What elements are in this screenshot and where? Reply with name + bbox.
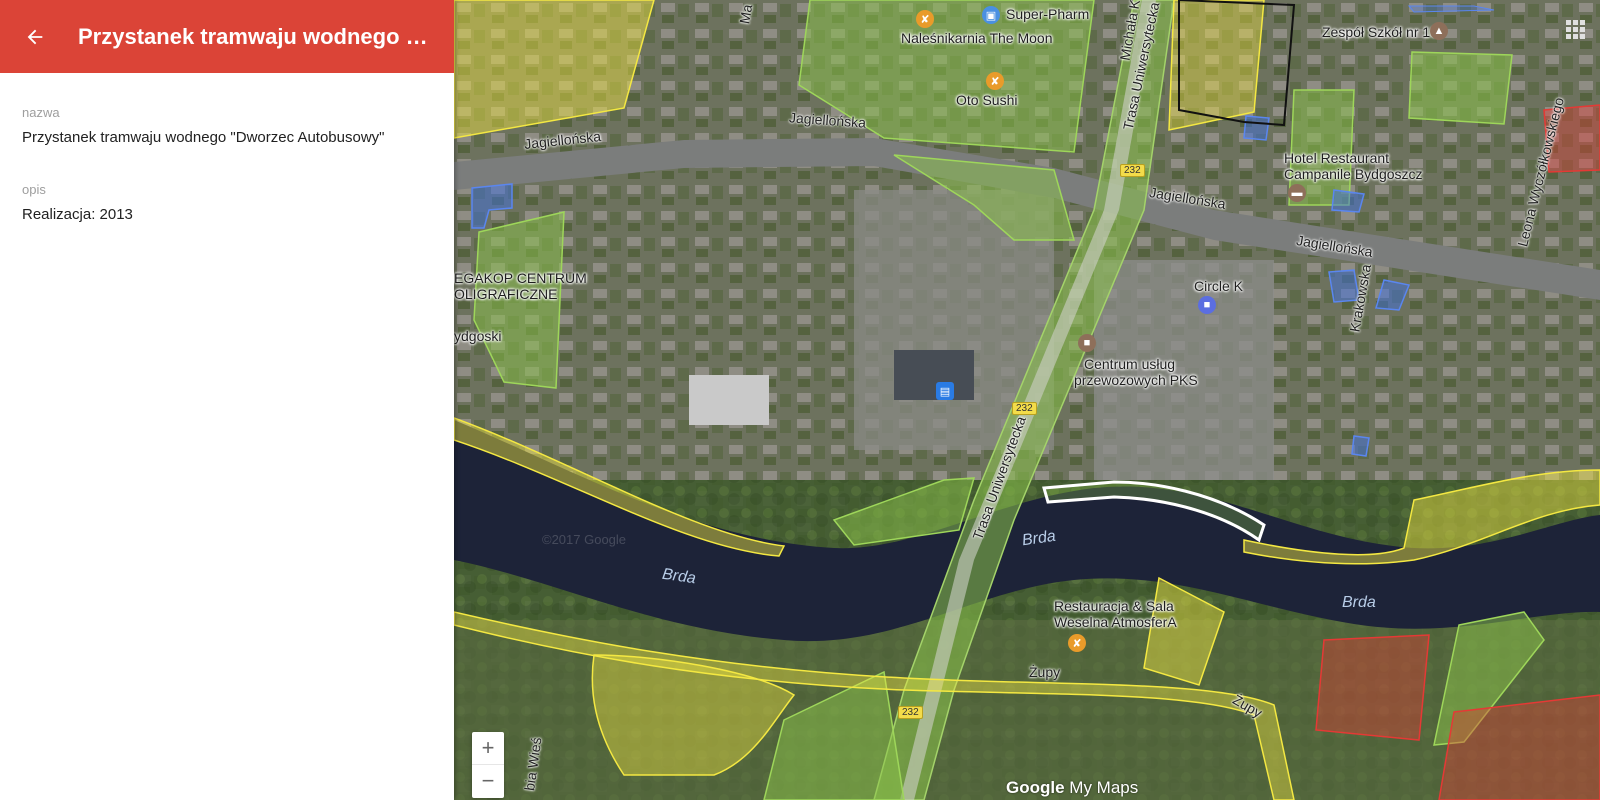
map-copyright: ©2017 Google <box>542 532 627 547</box>
restaurant-icon[interactable]: ✘ <box>1068 634 1086 652</box>
field-opis: opis Realizacja: 2013 <box>22 182 133 223</box>
feature-details-panel: Przystanek tramwaju wodnego "D... nazwa … <box>0 0 454 800</box>
place-label[interactable]: EGAKOP CENTRUM <box>454 270 587 286</box>
map-layer-red <box>1315 634 1430 741</box>
map-layer-blue <box>1331 189 1365 213</box>
map-layer-blue <box>1351 435 1370 457</box>
panel-title: Przystanek tramwaju wodnego "D... <box>78 23 428 49</box>
field-value: Realizacja: 2013 <box>22 206 133 223</box>
zoom-in-button[interactable]: + <box>472 732 504 765</box>
place-label[interactable]: Super-Pharm <box>1006 6 1089 22</box>
field-value: Przystanek tramwaju wodnego "Dworzec Aut… <box>22 129 385 146</box>
school-icon[interactable]: ▲ <box>1430 22 1448 40</box>
map-building <box>689 375 769 425</box>
route-shield: 232 <box>1120 164 1145 177</box>
place-label[interactable]: Restauracja & Sala <box>1054 598 1174 614</box>
grid-icon <box>1566 20 1585 39</box>
map-building <box>894 350 974 400</box>
route-shield: 232 <box>898 706 923 719</box>
place-label[interactable]: Weselna AtmosferA <box>1054 614 1177 630</box>
hotel-icon[interactable]: ▬ <box>1288 184 1306 202</box>
gas-station-icon[interactable]: ■ <box>1198 296 1216 314</box>
arrow-back-icon <box>27 29 43 44</box>
road-label: Ma <box>736 3 756 25</box>
map-view[interactable]: Super-Pharm Naleśnikarnia The Moon Oto S… <box>454 0 1600 800</box>
google-logo-text: Google <box>1006 778 1065 797</box>
place-label[interactable]: ydgoski <box>454 328 501 344</box>
place-label[interactable]: Oto Sushi <box>956 92 1017 108</box>
route-shield: 232 <box>1012 402 1037 415</box>
services-icon[interactable]: ■ <box>1078 334 1096 352</box>
panel-header: Przystanek tramwaju wodnego "D... <box>0 0 454 73</box>
field-label: opis <box>22 182 46 197</box>
field-nazwa: nazwa Przystanek tramwaju wodnego "Dworz… <box>22 105 384 146</box>
restaurant-icon[interactable]: ✘ <box>986 72 1004 90</box>
map-layer-blue <box>1243 115 1270 141</box>
road-label: Żupy <box>1029 664 1061 680</box>
place-label[interactable]: Campanile Bydgoszcz <box>1284 166 1423 182</box>
place-label[interactable]: Circle K <box>1194 278 1243 294</box>
zoom-out-button[interactable]: − <box>472 765 504 797</box>
restaurant-icon[interactable]: ✘ <box>916 10 934 28</box>
zoom-control: + − <box>472 732 504 798</box>
map-canvas[interactable] <box>454 0 1600 800</box>
place-label[interactable]: Zespół Szkół nr 10 <box>1322 24 1438 40</box>
place-label[interactable]: przewozowych PKS <box>1074 372 1198 388</box>
map-type-button[interactable] <box>1564 18 1586 40</box>
place-label[interactable]: Naleśnikarnia The Moon <box>901 30 1053 46</box>
place-label[interactable]: OLIGRAFICZNE <box>454 286 557 302</box>
river-label: Brda <box>1342 594 1376 611</box>
back-button[interactable] <box>16 18 54 56</box>
shopping-bag-icon[interactable]: ▣ <box>982 6 1000 24</box>
place-label[interactable]: Hotel Restaurant <box>1284 150 1389 166</box>
place-label[interactable]: Centrum usług <box>1084 356 1175 372</box>
map-layer-red <box>1438 694 1600 800</box>
map-layer-green <box>1408 51 1513 125</box>
field-label: nazwa <box>22 105 60 120</box>
google-my-maps-logo: Google My Maps <box>1006 778 1138 798</box>
mymaps-logo-text: My Maps <box>1064 778 1139 797</box>
bus-stop-icon[interactable]: ▤ <box>936 382 954 400</box>
